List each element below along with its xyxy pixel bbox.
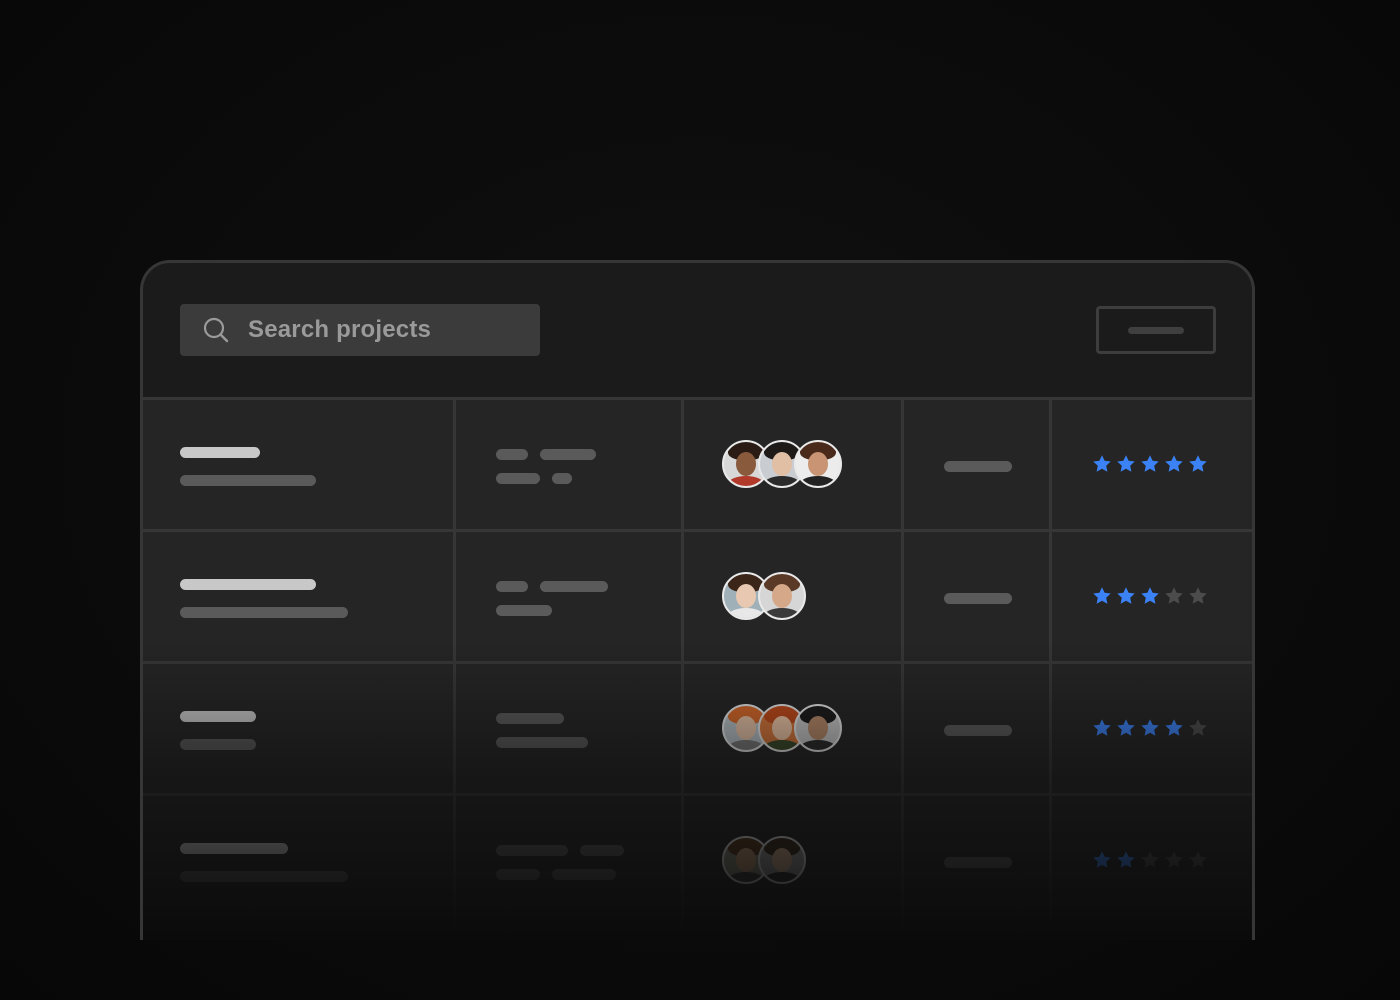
members-cell	[684, 664, 904, 793]
project-subtitle-placeholder	[180, 475, 316, 486]
details-cell	[456, 796, 684, 925]
avatar[interactable]	[758, 836, 806, 884]
avatar[interactable]	[794, 704, 842, 752]
detail-placeholder	[496, 737, 588, 748]
projects-window: Search projects	[140, 260, 1255, 940]
details-cell	[456, 400, 684, 529]
detail-placeholder	[580, 845, 624, 856]
project-name-cell	[143, 400, 456, 529]
project-title-placeholder	[180, 711, 256, 722]
project-name-cell	[143, 532, 456, 661]
project-name-cell	[143, 796, 456, 925]
table-row[interactable]	[143, 796, 1252, 928]
status-cell	[904, 796, 1052, 925]
projects-table	[143, 397, 1252, 928]
avatar[interactable]	[794, 440, 842, 488]
star-empty-icon[interactable]	[1140, 850, 1160, 870]
search-icon	[203, 317, 229, 343]
star-filled-icon[interactable]	[1092, 850, 1112, 870]
status-cell	[904, 400, 1052, 529]
star-filled-icon[interactable]	[1116, 586, 1136, 606]
project-subtitle-placeholder	[180, 607, 348, 618]
members-cell	[684, 532, 904, 661]
project-title-placeholder	[180, 579, 316, 590]
star-empty-icon[interactable]	[1188, 850, 1208, 870]
status-cell	[904, 664, 1052, 793]
project-title-placeholder	[180, 843, 288, 854]
star-filled-icon[interactable]	[1092, 586, 1112, 606]
detail-placeholder	[540, 449, 596, 460]
detail-placeholder	[496, 845, 568, 856]
table-row[interactable]	[143, 532, 1252, 664]
project-name-cell	[143, 664, 456, 793]
star-filled-icon[interactable]	[1092, 454, 1112, 474]
star-rating[interactable]	[1092, 586, 1208, 606]
project-title-placeholder	[180, 447, 260, 458]
detail-placeholder	[552, 869, 616, 880]
members-cell	[684, 796, 904, 925]
detail-placeholder	[496, 449, 528, 460]
rating-cell	[1052, 400, 1252, 529]
star-filled-icon[interactable]	[1164, 718, 1184, 738]
star-filled-icon[interactable]	[1116, 454, 1136, 474]
dash-icon	[1128, 326, 1184, 334]
detail-placeholder	[496, 869, 540, 880]
details-cell	[456, 532, 684, 661]
search-input[interactable]: Search projects	[248, 316, 431, 344]
star-rating[interactable]	[1092, 718, 1208, 738]
star-empty-icon[interactable]	[1164, 586, 1184, 606]
star-empty-icon[interactable]	[1188, 586, 1208, 606]
star-rating[interactable]	[1092, 454, 1208, 474]
status-placeholder	[944, 593, 1012, 604]
star-filled-icon[interactable]	[1140, 586, 1160, 606]
avatar[interactable]	[758, 572, 806, 620]
status-placeholder	[944, 461, 1012, 472]
rating-cell	[1052, 532, 1252, 661]
star-filled-icon[interactable]	[1140, 718, 1160, 738]
star-filled-icon[interactable]	[1116, 718, 1136, 738]
status-placeholder	[944, 857, 1012, 868]
status-placeholder	[944, 725, 1012, 736]
star-filled-icon[interactable]	[1140, 454, 1160, 474]
detail-placeholder	[496, 605, 552, 616]
members-cell	[684, 400, 904, 529]
star-filled-icon[interactable]	[1092, 718, 1112, 738]
star-rating[interactable]	[1092, 850, 1208, 870]
status-cell	[904, 532, 1052, 661]
star-filled-icon[interactable]	[1188, 454, 1208, 474]
detail-placeholder	[496, 713, 564, 724]
rating-cell	[1052, 664, 1252, 793]
detail-placeholder	[540, 581, 608, 592]
project-subtitle-placeholder	[180, 871, 348, 882]
project-subtitle-placeholder	[180, 739, 256, 750]
star-empty-icon[interactable]	[1164, 850, 1184, 870]
detail-placeholder	[552, 473, 572, 484]
detail-placeholder	[496, 581, 528, 592]
table-row[interactable]	[143, 400, 1252, 532]
action-button[interactable]	[1096, 306, 1216, 354]
table-row[interactable]	[143, 664, 1252, 796]
star-filled-icon[interactable]	[1116, 850, 1136, 870]
details-cell	[456, 664, 684, 793]
search-bar[interactable]: Search projects	[180, 304, 540, 356]
rating-cell	[1052, 796, 1252, 925]
star-filled-icon[interactable]	[1164, 454, 1184, 474]
detail-placeholder	[496, 473, 540, 484]
star-empty-icon[interactable]	[1188, 718, 1208, 738]
